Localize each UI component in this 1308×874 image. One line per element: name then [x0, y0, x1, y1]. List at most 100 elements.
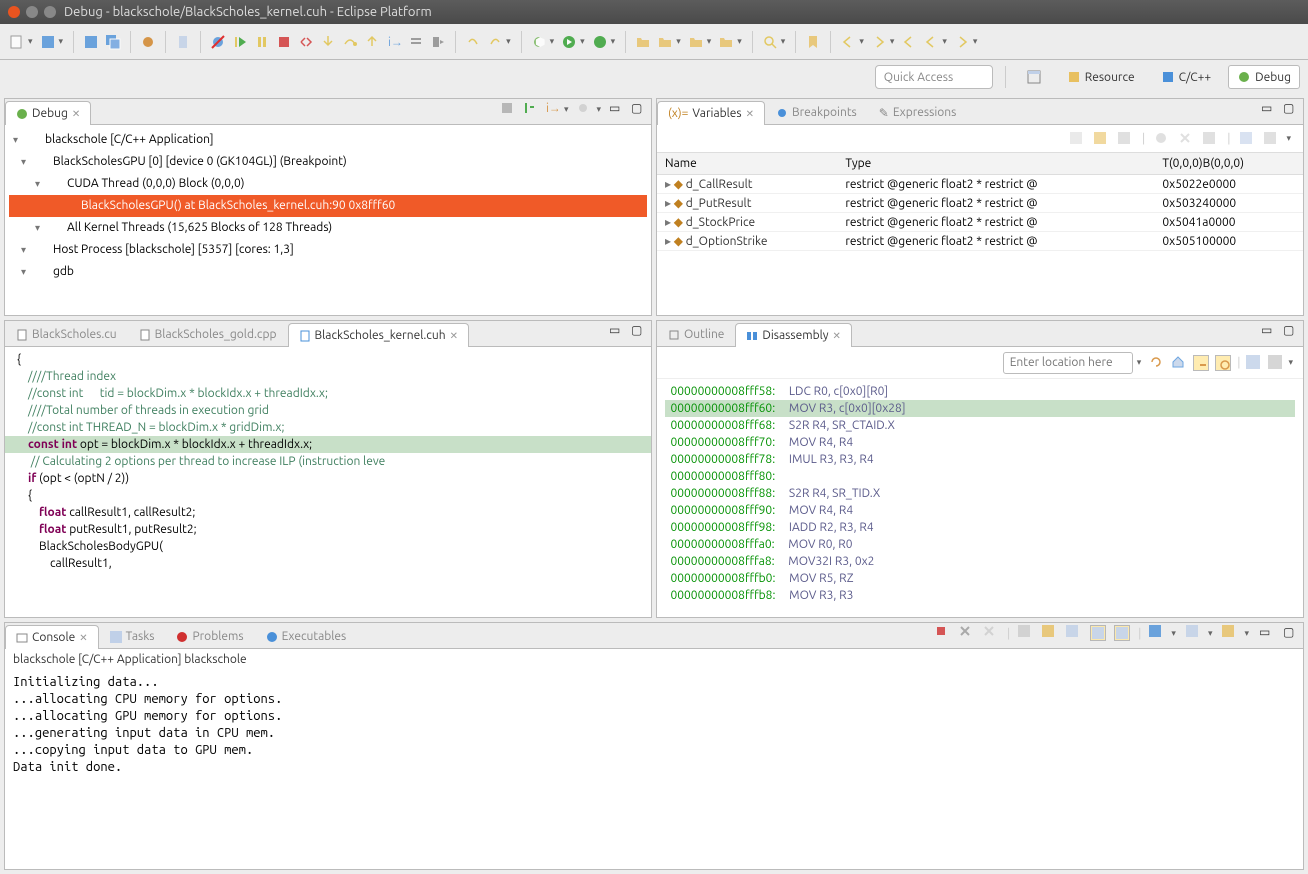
maximize-icon[interactable]: ▢: [1283, 625, 1299, 641]
close-icon[interactable]: ✕: [746, 108, 754, 120]
minimize-icon[interactable]: ▭: [1259, 625, 1275, 641]
debug-tb-icon[interactable]: i→: [544, 101, 560, 117]
disassembly-body[interactable]: 00000000008fff58: LDC R0, c[0x0][R0] 000…: [657, 379, 1303, 617]
tree-item[interactable]: ▾Host Process [blackschole] [5357] [core…: [9, 239, 647, 261]
close-icon[interactable]: ✕: [79, 632, 87, 644]
opentype-icon[interactable]: [656, 33, 674, 51]
maximize-icon[interactable]: ▢: [631, 101, 647, 117]
location-input[interactable]: [1003, 352, 1133, 374]
quick-access-input[interactable]: Quick Access: [875, 65, 993, 89]
opentask-icon[interactable]: [717, 33, 735, 51]
marker-icon[interactable]: [804, 33, 822, 51]
disconnect-icon[interactable]: [297, 33, 315, 51]
tasks-tab[interactable]: Tasks: [99, 624, 166, 648]
close-icon[interactable]: [8, 6, 20, 18]
resume-icon[interactable]: [231, 33, 249, 51]
save2-icon[interactable]: [82, 33, 100, 51]
droptofr-icon[interactable]: [429, 33, 447, 51]
minimize-icon[interactable]: [26, 6, 38, 18]
tree-item[interactable]: BlackScholesGPU() at BlackScholes_kernel…: [9, 195, 647, 217]
table-row[interactable]: ▸ ◆ d_CallResultrestrict @generic float2…: [657, 175, 1303, 194]
openproj-icon[interactable]: [634, 33, 652, 51]
minimize-icon[interactable]: ▭: [609, 323, 625, 339]
close-icon[interactable]: ✕: [450, 330, 458, 342]
instruction-step-icon[interactable]: i→: [385, 33, 403, 51]
debug-tb-icon[interactable]: [576, 101, 592, 117]
terminate-icon[interactable]: [275, 33, 293, 51]
tree-item[interactable]: ▾All Kernel Threads (15,625 Blocks of 12…: [9, 217, 647, 239]
pin-icon[interactable]: [1066, 625, 1082, 641]
stepover-icon[interactable]: [341, 33, 359, 51]
run-launch-icon[interactable]: [560, 33, 578, 51]
debug-perspective[interactable]: Debug: [1228, 65, 1300, 89]
disasm-tb-icon[interactable]: [1246, 355, 1262, 371]
remove-icon[interactable]: [959, 625, 975, 641]
prev-ann-icon[interactable]: [839, 33, 857, 51]
skip-bp-icon[interactable]: [209, 33, 227, 51]
open-perspective-button[interactable]: [1018, 65, 1050, 89]
maximize-icon[interactable]: ▢: [1283, 323, 1299, 339]
expressions-tab[interactable]: ✎ Expressions: [868, 100, 968, 124]
vars-tb-icon[interactable]: [1240, 132, 1254, 146]
disassembly-tab[interactable]: Disassembly ✕: [735, 323, 852, 347]
home-icon[interactable]: [1171, 355, 1187, 371]
show-console-icon[interactable]: [1090, 625, 1106, 641]
resource-perspective[interactable]: Resource: [1058, 65, 1144, 89]
new-console-icon[interactable]: [1222, 625, 1238, 641]
close-icon[interactable]: ✕: [833, 330, 841, 342]
show-console-icon[interactable]: [1114, 625, 1130, 641]
table-row[interactable]: ▸ ◆ d_OptionStrikerestrict @generic floa…: [657, 232, 1303, 251]
open-console-icon[interactable]: [1186, 625, 1202, 641]
back-nav-icon[interactable]: [922, 33, 940, 51]
fwd-nav-icon[interactable]: [953, 33, 971, 51]
search-icon[interactable]: [761, 33, 779, 51]
vars-tb-icon[interactable]: [1094, 132, 1108, 146]
debug-tb-icon[interactable]: [500, 101, 516, 117]
debug-tb-icon[interactable]: [522, 101, 538, 117]
undo-icon[interactable]: [464, 33, 482, 51]
col-value[interactable]: T(0,0,0)B(0,0,0): [1154, 153, 1303, 175]
maximize-icon[interactable]: [44, 6, 56, 18]
table-row[interactable]: ▸ ◆ d_PutResultrestrict @generic float2 …: [657, 194, 1303, 213]
refresh-icon[interactable]: [1149, 355, 1165, 371]
new-icon[interactable]: [8, 33, 26, 51]
openelem-icon[interactable]: [687, 33, 705, 51]
console-output[interactable]: Initializing data... ...allocating CPU m…: [5, 670, 1303, 869]
tree-item[interactable]: ▾gdb: [9, 261, 647, 283]
terminate-icon[interactable]: [935, 625, 951, 641]
variables-tab[interactable]: (x)= Variables ✕: [657, 101, 765, 125]
debug-tab[interactable]: Debug ✕: [5, 101, 91, 125]
vars-tb-icon[interactable]: [1203, 132, 1217, 146]
vars-tb-icon[interactable]: [1264, 132, 1278, 146]
col-name[interactable]: Name: [657, 153, 837, 175]
clear-icon[interactable]: [1042, 625, 1058, 641]
removeall-icon[interactable]: [983, 625, 999, 641]
maximize-icon[interactable]: ▢: [1283, 101, 1299, 117]
redo-icon[interactable]: [486, 33, 504, 51]
vars-tb-icon[interactable]: [1155, 132, 1169, 146]
close-icon[interactable]: ✕: [72, 108, 80, 120]
profile-launch-icon[interactable]: [591, 33, 609, 51]
stepreturn-icon[interactable]: [363, 33, 381, 51]
tree-item[interactable]: ▾CUDA Thread (0,0,0) Block (0,0,0): [9, 173, 647, 195]
executables-tab[interactable]: Executables: [255, 624, 358, 648]
outline-tab[interactable]: Outline: [657, 322, 735, 346]
problems-tab[interactable]: Problems: [165, 624, 254, 648]
minimize-icon[interactable]: ▭: [1261, 323, 1277, 339]
save-icon[interactable]: [39, 33, 57, 51]
next-ann-icon[interactable]: [870, 33, 888, 51]
console-tab[interactable]: Console ✕: [5, 625, 99, 649]
saveall-icon[interactable]: [104, 33, 122, 51]
last-edit-icon[interactable]: [900, 33, 918, 51]
vars-tb-icon[interactable]: [1118, 132, 1132, 146]
stepinto-icon[interactable]: [319, 33, 337, 51]
build-icon[interactable]: [139, 33, 157, 51]
vars-tb-icon[interactable]: [1070, 132, 1084, 146]
stepmode-icon[interactable]: [407, 33, 425, 51]
sync-icon[interactable]: [1215, 355, 1231, 371]
vars-tb-icon[interactable]: [1179, 132, 1193, 146]
scroll-lock-icon[interactable]: [1018, 625, 1034, 641]
editor-tab[interactable]: BlackScholes.cu: [5, 322, 128, 346]
suspend-icon[interactable]: [253, 33, 271, 51]
table-row[interactable]: ▸ ◆ d_StockPricerestrict @generic float2…: [657, 213, 1303, 232]
